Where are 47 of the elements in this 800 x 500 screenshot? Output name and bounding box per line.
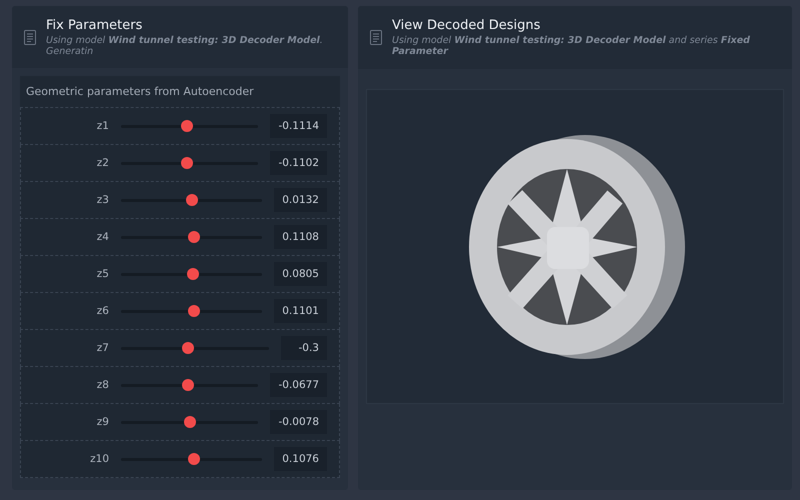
parameter-label: z6	[96, 305, 109, 317]
slider-thumb[interactable]	[182, 379, 194, 391]
parameter-label: z5	[96, 268, 109, 280]
slider-thumb[interactable]	[180, 157, 193, 169]
section-title: Geometric parameters from Autoencoder	[25, 84, 255, 100]
value-field[interactable]: 0.1108	[274, 225, 327, 249]
parameter-label: z3	[96, 194, 109, 206]
slider-track[interactable]	[121, 268, 262, 280]
slider-track[interactable]	[121, 305, 262, 317]
slider-thumb[interactable]	[187, 268, 200, 280]
parameter-label: z4	[96, 231, 109, 243]
value-field[interactable]: -0.3	[281, 336, 327, 360]
slider-track[interactable]	[121, 453, 262, 465]
panel-title: Fix Parameters	[46, 18, 144, 32]
document-icon	[24, 30, 36, 44]
parameter-label: z9	[96, 416, 109, 428]
value-field[interactable]: -0.0078	[270, 410, 327, 434]
slider-thumb[interactable]	[188, 231, 200, 243]
parameter-label: z1	[96, 120, 109, 132]
value-field[interactable]: -0.0677	[270, 373, 327, 397]
parameter-label: z10	[89, 453, 109, 465]
slider-track[interactable]	[121, 157, 258, 169]
value-field[interactable]: 0.1076	[274, 447, 327, 471]
value-field[interactable]: 0.0132	[274, 188, 327, 212]
slider-thumb[interactable]	[188, 453, 200, 465]
slider-thumb[interactable]	[186, 194, 198, 206]
slider-thumb[interactable]	[180, 120, 193, 132]
slider-track[interactable]	[121, 231, 262, 243]
slider-track[interactable]	[121, 194, 262, 206]
document-icon	[370, 30, 382, 45]
slider-thumb[interactable]	[188, 305, 200, 317]
slider-track[interactable]	[121, 342, 269, 354]
panel-title: View Decoded Designs	[392, 18, 542, 33]
panel-subtitle: Using model Wind tunnel testing: 3D Decoder Model. Generatin	[46, 34, 324, 56]
slider-thumb[interactable]	[182, 342, 194, 354]
value-field[interactable]: 0.1101	[274, 299, 327, 323]
slider-thumb[interactable]	[184, 416, 196, 428]
value-field[interactable]: -0.1114	[270, 114, 327, 138]
parameter-label: z8	[96, 379, 109, 391]
value-field[interactable]: 0.0805	[274, 262, 327, 286]
parameter-label: z7	[96, 342, 109, 354]
value-field[interactable]: -0.1102	[270, 151, 327, 175]
slider-track[interactable]	[121, 379, 258, 391]
panel-subtitle: Using model Wind tunnel testing: 3D Decoder Model and series Fixed Parameter	[392, 35, 751, 57]
slider-track[interactable]	[121, 416, 258, 428]
slider-track[interactable]	[121, 120, 258, 132]
parameter-label: z2	[96, 157, 109, 169]
